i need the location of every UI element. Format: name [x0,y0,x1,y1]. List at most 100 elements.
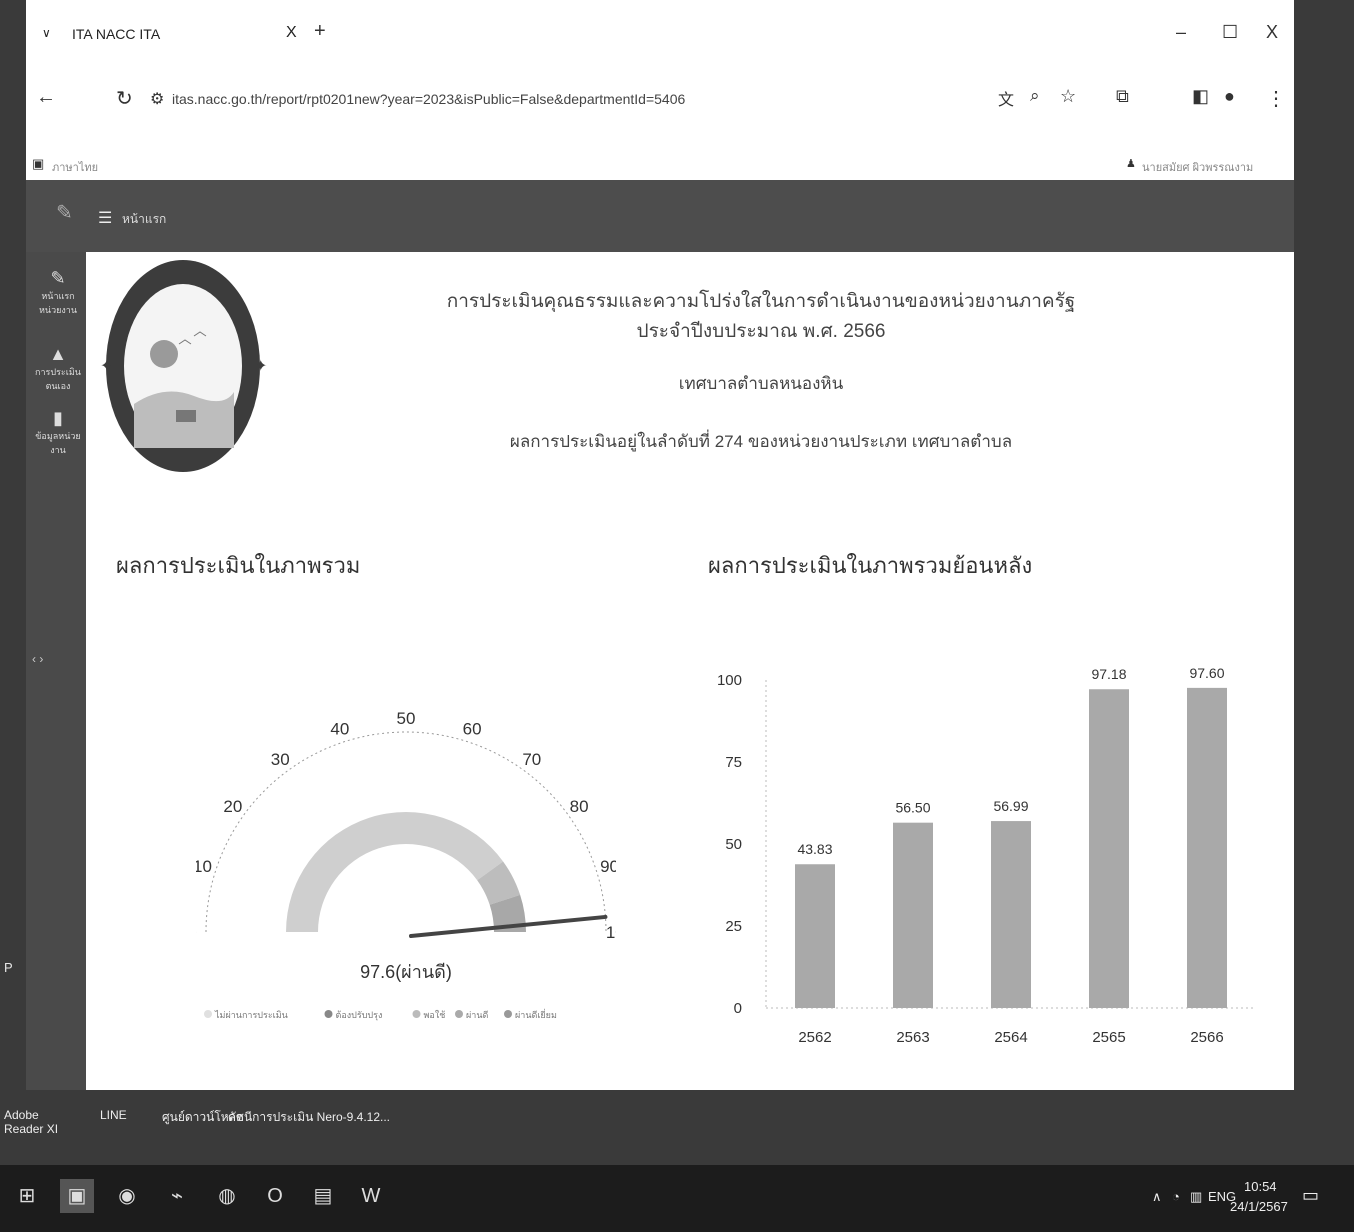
line-app-icon[interactable]: ◍ [210,1179,244,1213]
side-item-agency-info[interactable]: ▮ ข้อมูลหน่วยงาน [32,408,84,457]
tab-search-icon[interactable]: ∨ [42,26,51,40]
edit-icon: ✎ [50,268,66,288]
bar-data-label: 56.99 [993,798,1028,814]
x-tick-label: 2565 [1092,1029,1125,1046]
bar-data-label: 56.50 [895,800,930,816]
volume-icon[interactable]: ▥ [1190,1189,1202,1205]
dock-nero[interactable]: ดัชนีการประเมิน Nero-9.4.12... [228,1108,390,1127]
tab-close-icon[interactable]: X [286,24,297,42]
extensions-icon[interactable]: ⧉ [1116,86,1129,107]
desktop-right-strip [1294,0,1354,1165]
dock-line[interactable]: LINE [100,1108,127,1122]
site-logo-icon[interactable]: ✎ [56,200,73,225]
rank-text: ผลการประเมินอยู่ในลำดับที่ 274 ของหน่วยง… [509,432,1013,451]
history-heading: ผลการประเมินในภาพรวมย้อนหลัง [708,553,1033,578]
browser-tab[interactable]: ∨ ITA NACC ITA X [36,22,306,48]
gauge-svg: 0 10 20 30 40 50 60 70 80 90 100 97.6(ผ่านดี) ไม่ผ่า… [187,709,634,1021]
report-content: ✦ ✦ การประเมินคุณธรรมและความโปร่งใสในการ… [86,252,1278,1070]
hamburger-menu-icon[interactable]: ☰ [98,208,112,228]
bar-data-label: 43.83 [797,841,832,857]
maximize-button[interactable]: ☐ [1222,22,1238,43]
nav-home-link[interactable]: หน้าแรก [122,210,166,229]
gauge-legend-swatch [455,1010,463,1018]
gauge-tick-label: 40 [330,719,349,738]
history-bar-chart: 0 25 50 75 100 43.83 2562 56.50 2563 56.99 2564 97.… [706,652,1266,1052]
bar-data-label: 97.18 [1091,666,1126,682]
bar [1089,689,1129,1008]
side-item-self-assess[interactable]: ▲ การประเมินตนเอง [32,344,84,393]
gauge-tick-label: 50 [397,709,416,728]
bar [795,864,835,1008]
tray-chevron-icon[interactable]: ∧ [1152,1189,1162,1205]
page-icon: ▣ [32,156,45,171]
side-item-label: การประเมินตนเอง [35,367,81,391]
profile-icon[interactable]: ● [1224,86,1235,107]
pdf-icon[interactable]: ⌁ [160,1179,194,1213]
gauge-legend-swatch [412,1010,421,1018]
tab-title: ITA NACC ITA [72,26,161,42]
side-item-home[interactable]: ✎ หน้าแรกหน่วยงาน [32,268,84,317]
gauge-legend-label: ไม่ผ่านการประเมิน [214,1010,288,1020]
report-title-line1: การประเมินคุณธรรมและความโปร่งใสในการดำเน… [446,291,1076,312]
network-icon[interactable]: ◔ [1172,1189,1180,1204]
y-tick-label: 75 [725,754,742,771]
x-tick-label: 2564 [994,1029,1027,1046]
desktop-bottom-strip [0,1090,1354,1165]
y-tick-label: 0 [734,1000,742,1017]
reload-icon[interactable]: ↻ [116,86,133,111]
gauge-tick-label: 70 [522,750,541,769]
bar [991,821,1031,1008]
side-item-label: ข้อมูลหน่วยงาน [35,431,81,455]
dock-adobe-reader[interactable]: Adobe Reader XI [4,1108,64,1136]
gauge-legend-swatch [504,1010,512,1018]
bookmark-text[interactable]: ภาษาไทย [52,158,98,176]
gauge-tick-label: 20 [223,797,242,816]
agency-name: เทศบาลตำบลหนองหิน [678,374,844,393]
minimize-button[interactable]: – [1176,22,1186,43]
overall-heading: ผลการประเมินในภาพรวม [116,553,361,578]
windows-start-icon[interactable]: ⊞ [10,1179,44,1213]
agency-seal-logo: ✦ ✦ [100,260,267,472]
site-header: ✎ ☰ หน้าแรก [26,180,1294,252]
gauge-tick-label: 100 [606,923,616,942]
seal-inner [124,284,242,448]
notification-icon[interactable]: ▭ [1302,1185,1319,1206]
gauge-legend-label: ต้องปรับปรุง [336,1010,383,1021]
sidepanel-icon[interactable]: ◧ [1192,86,1209,107]
star-icon[interactable]: ☆ [1060,86,1076,107]
chrome-icon[interactable]: ◉ [110,1179,144,1213]
seal-emblem [134,331,234,448]
bar [1187,687,1227,1008]
upload-icon: ▲ [49,344,67,364]
clock-time[interactable]: 10:54 [1244,1179,1277,1194]
zoom-icon[interactable]: ⌕ [1030,86,1040,106]
gauge-tick-label: 80 [570,797,589,816]
windows-taskbar: ⊞ ▣ ◉ ⌁ ◍ O ▤ W ∧ ◔ ▥ ENG 10:54 24/1/256… [0,1165,1354,1232]
back-arrow-icon[interactable]: ← [36,86,56,109]
tab-bar: ∨ ITA NACC ITA X + – ☐ X [26,0,1294,72]
seal-star-left: ✦ [100,358,114,375]
translate-icon[interactable]: 文 [998,86,1014,110]
word-icon[interactable]: W [354,1179,388,1213]
clock-date[interactable]: 24/1/2567 [1230,1199,1288,1214]
bar-data-label: 97.60 [1189,665,1224,681]
account-icon: ♟ [1126,158,1136,170]
gauge-tick-label: 90 [600,857,616,876]
address-bar: ← ↻ ⚙ itas.nacc.go.th/report/rpt0201new?… [26,86,1294,130]
url-text[interactable]: itas.nacc.go.th/report/rpt0201new?year=2… [172,91,685,107]
gauge-legend-label: ผ่านดีเยี่ยม [515,1008,557,1020]
new-tab-button[interactable]: + [314,20,326,43]
report-title-line2: ประจำปีงบประมาณ พ.ศ. 2566 [636,321,886,342]
site-settings-icon[interactable]: ⚙ [150,89,164,109]
taskbar-app-icon[interactable]: ▣ [60,1179,94,1213]
opera-icon[interactable]: O [258,1179,292,1213]
menu-dots-icon[interactable]: ⋮ [1266,86,1286,111]
y-tick-label: 100 [717,672,742,689]
file-explorer-icon[interactable]: ▤ [306,1179,340,1213]
collapse-arrows-icon[interactable]: ‹ › [32,652,43,666]
account-name[interactable]: นายสมัยศ ผิวพรรณงาม [1142,158,1253,176]
gauge-value-label: 97.6(ผ่านดี) [360,962,452,982]
browser-window: ∨ ITA NACC ITA X + – ☐ X ← ↻ ⚙ itas.nacc… [26,0,1294,1090]
close-window-button[interactable]: X [1266,22,1278,43]
gauge-band-0 [286,812,504,932]
